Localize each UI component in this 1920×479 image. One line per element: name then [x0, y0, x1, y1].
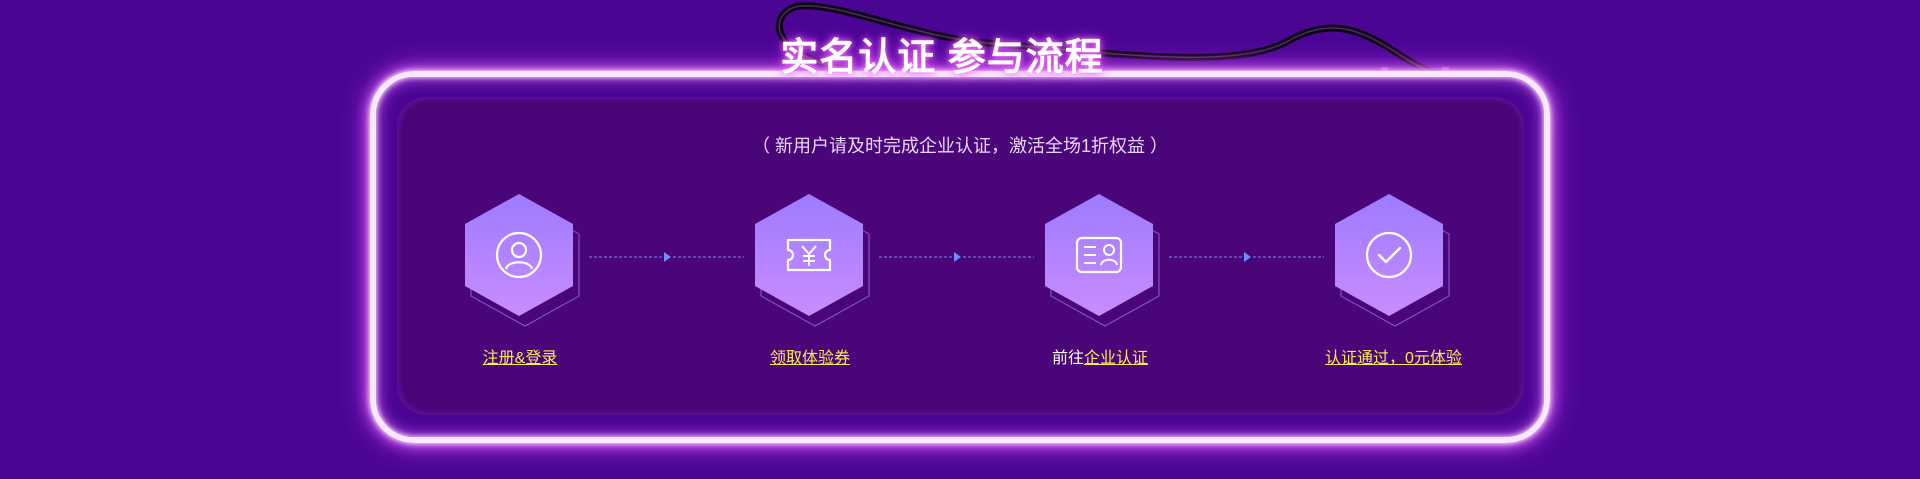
step-enterprise-verify: 前往企业认证: [1035, 190, 1165, 368]
step-connector: [879, 252, 1034, 262]
step-connector: [589, 252, 744, 262]
check-circle-icon: [1365, 231, 1413, 279]
register-login-link[interactable]: 注册&登录: [483, 350, 558, 367]
step-claim-coupon: 领取体验券: [745, 190, 875, 368]
page-title: 实名认证 参与流程: [780, 37, 1104, 79]
id-card-icon: [1075, 236, 1123, 274]
step-label: 前往企业认证: [1051, 350, 1149, 367]
coupon-icon: [786, 238, 832, 272]
enterprise-verify-link[interactable]: 企业认证: [1084, 350, 1148, 367]
step-hexagon: [745, 190, 875, 330]
step-verified-free-trial: 认证通过，0元体验: [1325, 190, 1462, 368]
subtitle-note: （ 新用户请及时完成企业认证，激活全场1折权益 ）: [751, 136, 1168, 156]
step-hexagon: [1325, 190, 1455, 330]
step-hexagon: [1035, 190, 1165, 330]
step-label: 认证通过，0元体验: [1325, 344, 1462, 368]
step-label: 领取体验券: [745, 344, 875, 368]
claim-coupon-link[interactable]: 领取体验券: [770, 350, 850, 367]
step-connector: [1169, 252, 1324, 262]
step-register-login: 注册&登录: [455, 190, 585, 368]
step-hexagon: [455, 190, 585, 330]
step-label: 注册&登录: [455, 344, 585, 368]
verified-free-trial-link[interactable]: 认证通过，0元体验: [1325, 350, 1462, 367]
user-icon: [495, 231, 543, 279]
